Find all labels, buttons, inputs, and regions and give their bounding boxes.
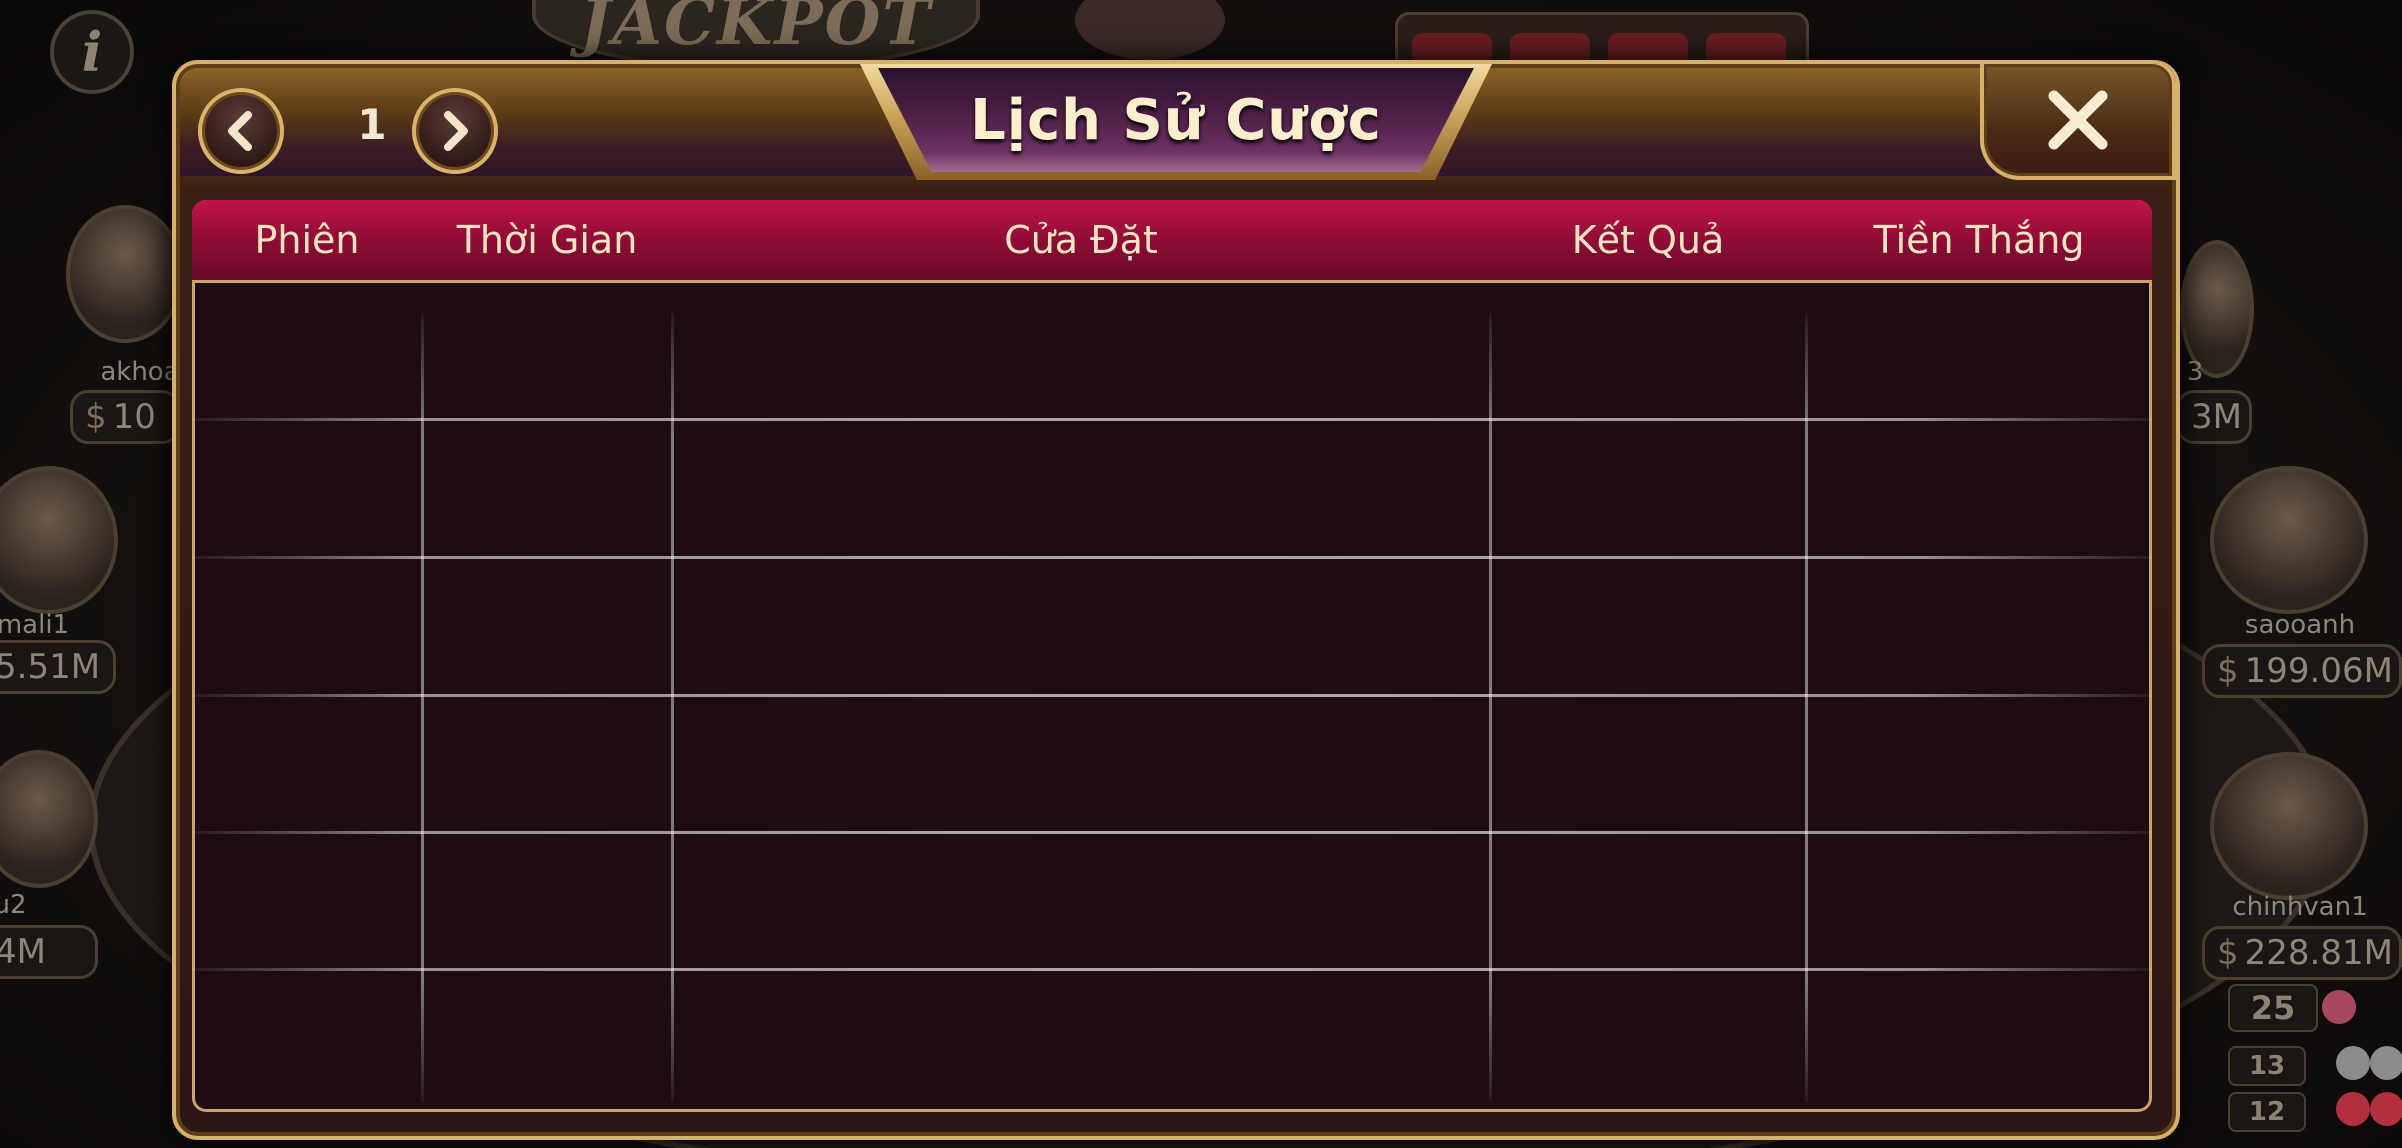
player-balance: $199.06M: [2202, 644, 2402, 698]
info-button[interactable]: i: [50, 10, 134, 94]
score-badge: 25: [2228, 984, 2318, 1032]
chevron-right-icon: [444, 111, 468, 151]
avatar[interactable]: [0, 466, 118, 614]
row-divider: [192, 968, 2152, 971]
row-divider: [192, 418, 2152, 421]
score-badge: 12: [2228, 1092, 2306, 1132]
bet-history-table: Phiên Thời Gian Cửa Đặt Kết Quả Tiền Thắ…: [192, 200, 2152, 1112]
player-balance: 4M: [0, 925, 98, 979]
bet-history-dialog: 1 Lịch Sử Cược Phiên Thời Gian Cửa Đặt K…: [172, 60, 2180, 1140]
player-name: 3: [2186, 357, 2204, 387]
column-divider: [671, 313, 674, 1102]
result-dot: [2370, 1046, 2402, 1080]
player-balance: $228.81M: [2202, 926, 2402, 980]
player-balance: 5.51M: [0, 640, 116, 694]
result-dot: [2322, 990, 2356, 1024]
table-row: [192, 283, 2152, 420]
row-divider: [192, 556, 2152, 559]
close-button[interactable]: [1980, 60, 2176, 180]
title-banner: Lịch Sử Cược: [878, 68, 1474, 172]
table-row: [192, 694, 2152, 831]
row-divider: [192, 694, 2152, 697]
next-page-button[interactable]: [412, 88, 498, 174]
avatar[interactable]: [66, 205, 184, 343]
table-body: [192, 283, 2152, 1112]
result-dot: [2336, 1046, 2370, 1080]
row-divider: [192, 831, 2152, 834]
close-icon: [2048, 90, 2108, 150]
player-balance: 3M: [2176, 390, 2252, 444]
score-badge: 13: [2228, 1046, 2306, 1086]
column-header-winnings: Tiền Thắng: [1873, 218, 2085, 262]
table-header: Phiên Thời Gian Cửa Đặt Kết Quả Tiền Thắ…: [192, 200, 2152, 283]
table-row: [192, 968, 2152, 1105]
prev-page-button[interactable]: [198, 88, 284, 174]
result-dot: [2370, 1092, 2402, 1126]
column-header-session: Phiên: [254, 218, 360, 262]
dealer-avatar: [1075, 0, 1225, 60]
table-row: [192, 557, 2152, 694]
page-number: 1: [357, 100, 387, 149]
player-name: chinhvan1: [2232, 892, 2368, 922]
player-name: amali1: [0, 610, 70, 640]
info-icon: i: [81, 20, 103, 84]
column-header-bet-door: Cửa Đặt: [1004, 218, 1158, 262]
column-header-result: Kết Quả: [1571, 218, 1725, 262]
player-name: saooanh: [2244, 610, 2356, 640]
table-row: [192, 831, 2152, 968]
avatar[interactable]: [0, 750, 98, 888]
result-dot: [2336, 1092, 2370, 1126]
column-divider: [1805, 313, 1808, 1102]
avatar[interactable]: [2210, 752, 2368, 900]
avatar[interactable]: [2210, 466, 2368, 614]
column-header-time: Thời Gian: [456, 218, 638, 262]
column-divider: [421, 313, 424, 1102]
table-row: [192, 420, 2152, 557]
dialog-title: Lịch Sử Cược: [970, 87, 1382, 153]
chevron-left-icon: [228, 111, 252, 151]
player-name: u2: [0, 890, 27, 920]
column-divider: [1489, 313, 1492, 1102]
player-balance: $10: [70, 390, 180, 444]
